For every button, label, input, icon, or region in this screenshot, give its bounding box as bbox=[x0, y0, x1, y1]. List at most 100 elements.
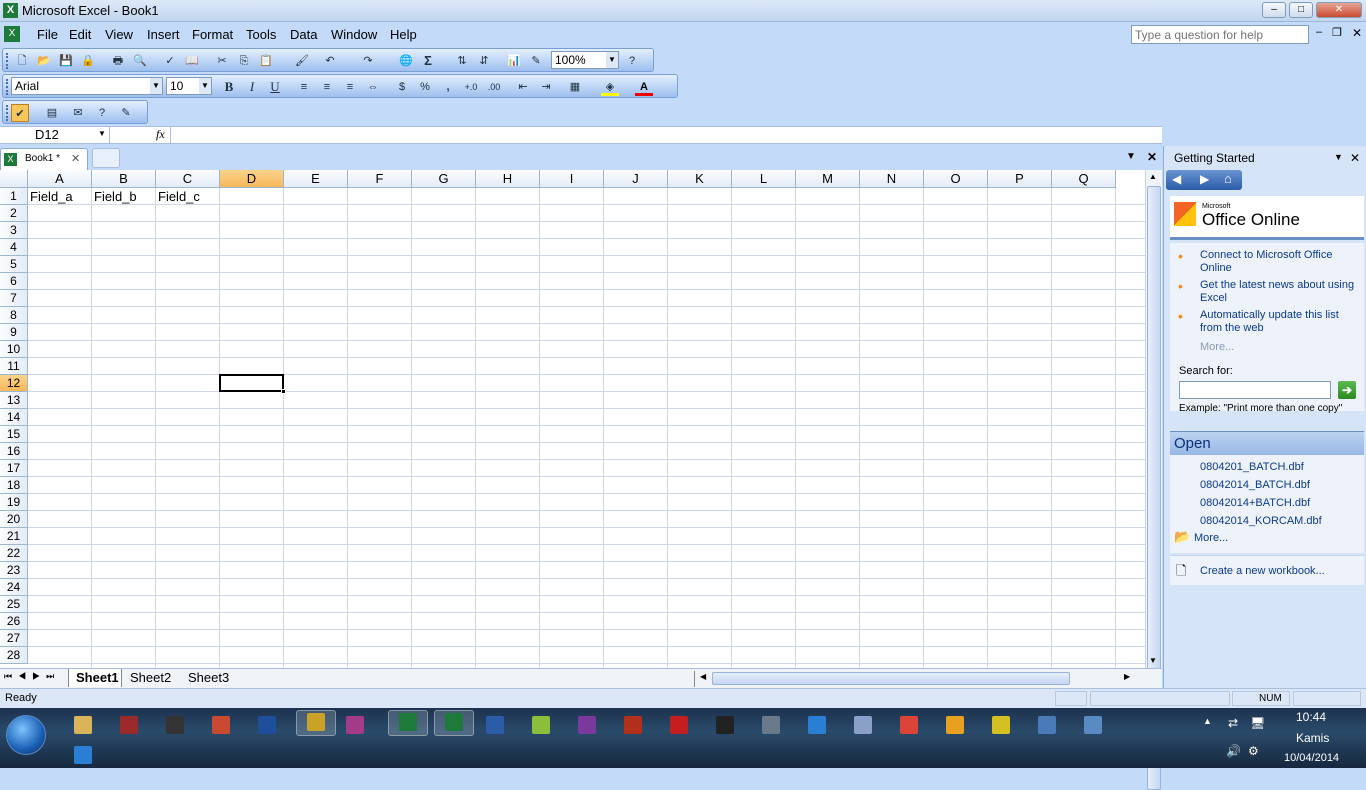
search-input[interactable] bbox=[1179, 381, 1331, 399]
sheet-tab-3[interactable]: Sheet3 bbox=[188, 669, 229, 687]
row-header-2[interactable]: 2 bbox=[0, 205, 28, 222]
link-news[interactable]: Get the latest news about using Excel bbox=[1200, 279, 1360, 305]
row-header-5[interactable]: 5 bbox=[0, 256, 28, 273]
tab-list-icon[interactable]: ▼ bbox=[1126, 151, 1136, 162]
font-size-select[interactable]: 10 ▼ bbox=[166, 77, 212, 95]
menu-file[interactable]: File bbox=[37, 27, 58, 42]
link-update[interactable]: Automatically update this list from the … bbox=[1200, 309, 1360, 335]
checkmark-icon[interactable]: ✔ bbox=[11, 104, 29, 122]
sheet-tab-2[interactable]: Sheet2 bbox=[130, 669, 171, 687]
active-cell-d12[interactable] bbox=[219, 374, 284, 392]
monitor-icon[interactable]: 🖥 bbox=[1250, 716, 1265, 730]
underline-button[interactable]: U bbox=[266, 78, 284, 96]
taskbar-visual-button[interactable] bbox=[208, 714, 234, 736]
increase-indent-icon[interactable]: ⇥ bbox=[537, 78, 555, 96]
cut-icon[interactable]: ✂ bbox=[213, 52, 231, 70]
column-header-j[interactable]: J bbox=[604, 170, 668, 188]
taskbar-word-button[interactable] bbox=[482, 714, 508, 736]
scroll-up-icon[interactable]: ▲ bbox=[1149, 172, 1157, 181]
zoom-select[interactable]: 100% ▼ bbox=[551, 51, 619, 69]
row-header-18[interactable]: 18 bbox=[0, 477, 28, 494]
print-preview-icon[interactable]: 🔍 bbox=[131, 52, 149, 70]
row-header-25[interactable]: 25 bbox=[0, 596, 28, 613]
start-button[interactable] bbox=[6, 715, 46, 755]
decrease-decimal-icon[interactable]: .00 bbox=[485, 78, 503, 96]
function-icon[interactable]: fx bbox=[156, 127, 165, 142]
network-icon[interactable]: ⇄ bbox=[1228, 716, 1238, 730]
column-header-o[interactable]: O bbox=[924, 170, 988, 188]
borders-icon[interactable]: ▦ bbox=[566, 78, 584, 96]
drawing-icon[interactable]: ✎ bbox=[527, 52, 545, 70]
row-header-20[interactable]: 20 bbox=[0, 511, 28, 528]
tab-split-bar[interactable] bbox=[694, 671, 695, 687]
taskbar-powerpoint-button[interactable] bbox=[116, 714, 142, 736]
menu-format[interactable]: Format bbox=[192, 27, 233, 42]
taskbar-tool-button[interactable] bbox=[758, 714, 784, 736]
row-header-19[interactable]: 19 bbox=[0, 494, 28, 511]
close-window-icon[interactable]: ✕ bbox=[1147, 150, 1157, 164]
taskbar-photoshop-button[interactable] bbox=[254, 714, 280, 736]
taskbar-winrar-button[interactable] bbox=[574, 714, 600, 736]
form-icon[interactable]: ▤ bbox=[43, 104, 61, 122]
doc-restore-button[interactable]: ❐ bbox=[1332, 26, 1342, 39]
column-header-l[interactable]: L bbox=[732, 170, 796, 188]
column-header-m[interactable]: M bbox=[796, 170, 860, 188]
row-header-23[interactable]: 23 bbox=[0, 562, 28, 579]
open-icon[interactable]: 📂 bbox=[35, 52, 53, 70]
close-button[interactable]: ✕ bbox=[1316, 2, 1362, 18]
minimize-button[interactable]: – bbox=[1262, 2, 1286, 18]
menu-help[interactable]: Help bbox=[390, 27, 417, 42]
forward-icon[interactable]: ▶ bbox=[1200, 172, 1209, 186]
column-header-f[interactable]: F bbox=[348, 170, 412, 188]
sort-ascending-icon[interactable]: ⇅ bbox=[453, 52, 471, 70]
worksheet-grid[interactable]: ABCDEFGHIJKLMNOPQ 1 2 3 4 5 6 7 8 9 10 11 12 13 14 15 1… bbox=[0, 170, 1145, 668]
spelling-icon[interactable]: ✓ bbox=[161, 52, 179, 70]
column-header-e[interactable]: E bbox=[284, 170, 348, 188]
clock-day[interactable]: Kamis bbox=[1296, 731, 1329, 745]
cell-a1[interactable]: Field_a bbox=[28, 188, 73, 205]
close-tab-icon[interactable]: ✕ bbox=[71, 152, 80, 165]
toolbar-grip[interactable] bbox=[6, 53, 9, 69]
formula-input[interactable] bbox=[170, 127, 1160, 143]
merge-center-icon[interactable]: ⇔ bbox=[364, 78, 382, 96]
taskbar-7zip-button[interactable] bbox=[712, 714, 738, 736]
row-header-13[interactable]: 13 bbox=[0, 392, 28, 409]
row-header-27[interactable]: 27 bbox=[0, 630, 28, 647]
taskbar-app5-button[interactable] bbox=[1080, 714, 1106, 736]
column-header-d[interactable]: D bbox=[220, 170, 284, 188]
row-header-7[interactable]: 7 bbox=[0, 290, 28, 307]
link-connect[interactable]: Connect to Microsoft Office Online bbox=[1200, 249, 1360, 275]
go-arrow-icon[interactable]: ➔ bbox=[1338, 381, 1356, 399]
autosum-icon[interactable]: Σ bbox=[419, 52, 437, 70]
vertical-scrollbar[interactable]: ▲ ▼ bbox=[1145, 170, 1162, 790]
workbook-tab[interactable]: X Book1 * ✕ bbox=[0, 148, 88, 170]
column-header-p[interactable]: P bbox=[988, 170, 1052, 188]
row-header-21[interactable]: 21 bbox=[0, 528, 28, 545]
row-header-26[interactable]: 26 bbox=[0, 613, 28, 630]
scroll-left-icon[interactable]: ◀ bbox=[700, 672, 706, 681]
maximize-button[interactable]: □ bbox=[1289, 2, 1313, 18]
recent-file-3[interactable]: 08042014+BATCH.dbf bbox=[1200, 497, 1310, 510]
recent-file-2[interactable]: 08042014_BATCH.dbf bbox=[1200, 479, 1310, 492]
row-header-22[interactable]: 22 bbox=[0, 545, 28, 562]
research-icon[interactable]: 📖 bbox=[183, 52, 201, 70]
create-workbook-link[interactable]: Create a new workbook... bbox=[1200, 565, 1325, 578]
menu-edit[interactable]: Edit bbox=[69, 27, 91, 42]
comma-button[interactable]: , bbox=[439, 78, 457, 96]
recent-file-1[interactable]: 0804201_BATCH.dbf bbox=[1200, 461, 1304, 474]
volume-icon[interactable]: 🔊 bbox=[1226, 744, 1241, 758]
taskbar-notepad-button[interactable] bbox=[528, 714, 554, 736]
bold-button[interactable]: B bbox=[220, 78, 238, 96]
taskbar-outlook-button[interactable] bbox=[296, 710, 336, 736]
align-center-icon[interactable]: ≡ bbox=[318, 78, 336, 96]
align-left-icon[interactable]: ≡ bbox=[295, 78, 313, 96]
taskbar-paint-button[interactable] bbox=[342, 714, 368, 736]
copy-icon[interactable]: ⎘ bbox=[235, 52, 253, 70]
scroll-right-icon[interactable]: ▶ bbox=[1124, 672, 1130, 681]
column-header-q[interactable]: Q bbox=[1052, 170, 1116, 188]
sheet-tab-1[interactable]: Sheet1 bbox=[68, 669, 122, 687]
row-header-11[interactable]: 11 bbox=[0, 358, 28, 375]
taskbar-chrome-button[interactable] bbox=[896, 714, 922, 736]
column-header-b[interactable]: B bbox=[92, 170, 156, 188]
row-header-6[interactable]: 6 bbox=[0, 273, 28, 290]
